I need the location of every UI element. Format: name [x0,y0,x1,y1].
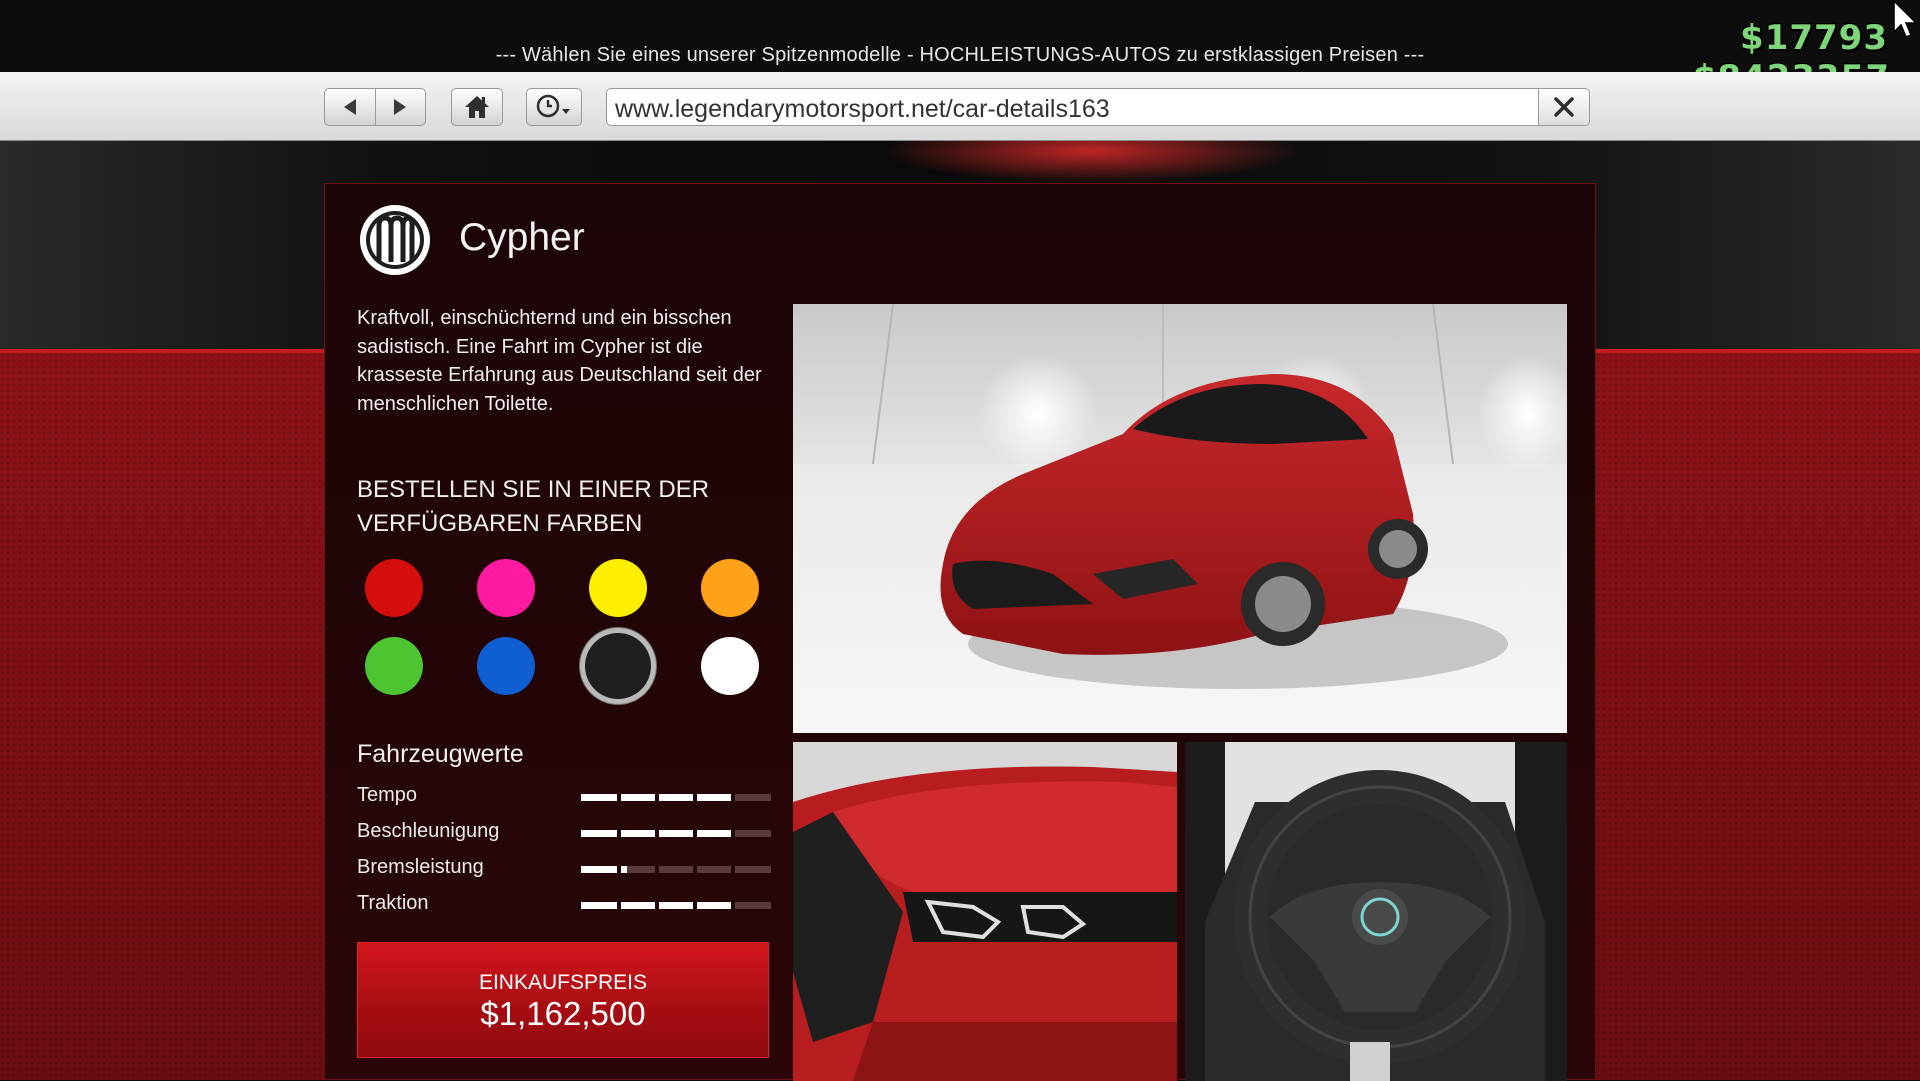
stat-bar-tempo [581,794,771,801]
marquee-text: --- Wählen Sie eines unserer Spitzenmode… [495,44,1425,66]
stat-bar-divider [693,830,697,837]
stat-bar-traction [581,902,771,909]
forward-arrow-icon [394,99,407,115]
ubermacht-logo-icon [360,205,430,275]
stat-bar-braking [581,866,771,873]
history-button[interactable] [526,88,582,126]
vehicle-description: Kraftvoll, einschüchternd und ein bissch… [357,307,762,415]
stat-bar-divider [731,830,735,837]
color-swatch-white[interactable] [701,637,759,695]
nav-buttons [324,88,426,126]
vehicle-photo-front[interactable] [793,742,1177,1081]
stat-bar-divider [655,866,659,873]
cash-balance: $17793 [1740,18,1888,58]
colors-heading: BESTELLEN SIE IN EINER DER VERFÜGBAREN F… [357,476,710,537]
stat-bar-divider [655,902,659,909]
close-button[interactable] [1538,89,1589,125]
url-text: www.legendarymotorsport.net/car-details1… [615,95,1110,123]
stat-bar-divider [693,866,697,873]
mouse-cursor-icon [1893,0,1918,38]
stats-heading: Fahrzeugwerte [357,740,524,768]
stat-bar-divider [693,794,697,801]
stat-bar-divider [731,866,735,873]
stat-label-tempo: Tempo [357,784,418,806]
color-swatch-orange[interactable] [701,559,759,617]
vehicle-name: Cypher [459,216,585,259]
address-bar[interactable]: www.legendarymotorsport.net/car-details1… [606,88,1590,126]
home-icon [465,96,489,118]
forward-button[interactable] [374,89,426,125]
color-swatch-pink[interactable] [477,559,535,617]
chevron-down-icon [562,109,570,114]
back-arrow-icon [343,99,356,115]
color-swatch-black[interactable] [589,637,647,695]
price-label: EINKAUFSPREIS [478,971,648,994]
stat-label-acceleration: Beschleunigung [357,820,500,842]
color-swatch-green[interactable] [365,637,423,695]
stat-bar-divider [617,902,621,909]
browser-toolbar: www.legendarymotorsport.net/car-details1… [0,72,1920,141]
home-button[interactable] [451,88,503,126]
stat-label-traction: Traktion [357,892,429,914]
stat-bar-divider [731,902,735,909]
vehicle-panel: Cypher Kraftvoll, einschüchternd und ein… [324,183,1596,1081]
price-value: $1,162,500 [480,995,646,1032]
stat-label-braking: Bremsleistung [357,856,484,878]
clock-icon [536,94,570,118]
color-swatch-red[interactable] [365,559,423,617]
stat-bar-acceleration [581,830,771,837]
vehicle-photo-interior[interactable] [1185,742,1567,1081]
stat-bar-divider [617,866,621,873]
stat-bar-divider [617,794,621,801]
stat-bar-divider [617,830,621,837]
stat-bar-divider [655,830,659,837]
color-swatch-yellow[interactable] [589,559,647,617]
close-icon [1554,97,1574,117]
purchase-button[interactable]: EINKAUFSPREIS $1,162,500 [357,942,769,1058]
stat-bar-divider [731,794,735,801]
stat-bar-divider [693,902,697,909]
stat-bar-divider [655,794,659,801]
color-swatch-blue[interactable] [477,637,535,695]
back-button[interactable] [325,89,375,125]
vehicle-photo-main[interactable] [793,304,1567,733]
top-banner: --- Wählen Sie eines unserer Spitzenmode… [0,0,1920,72]
